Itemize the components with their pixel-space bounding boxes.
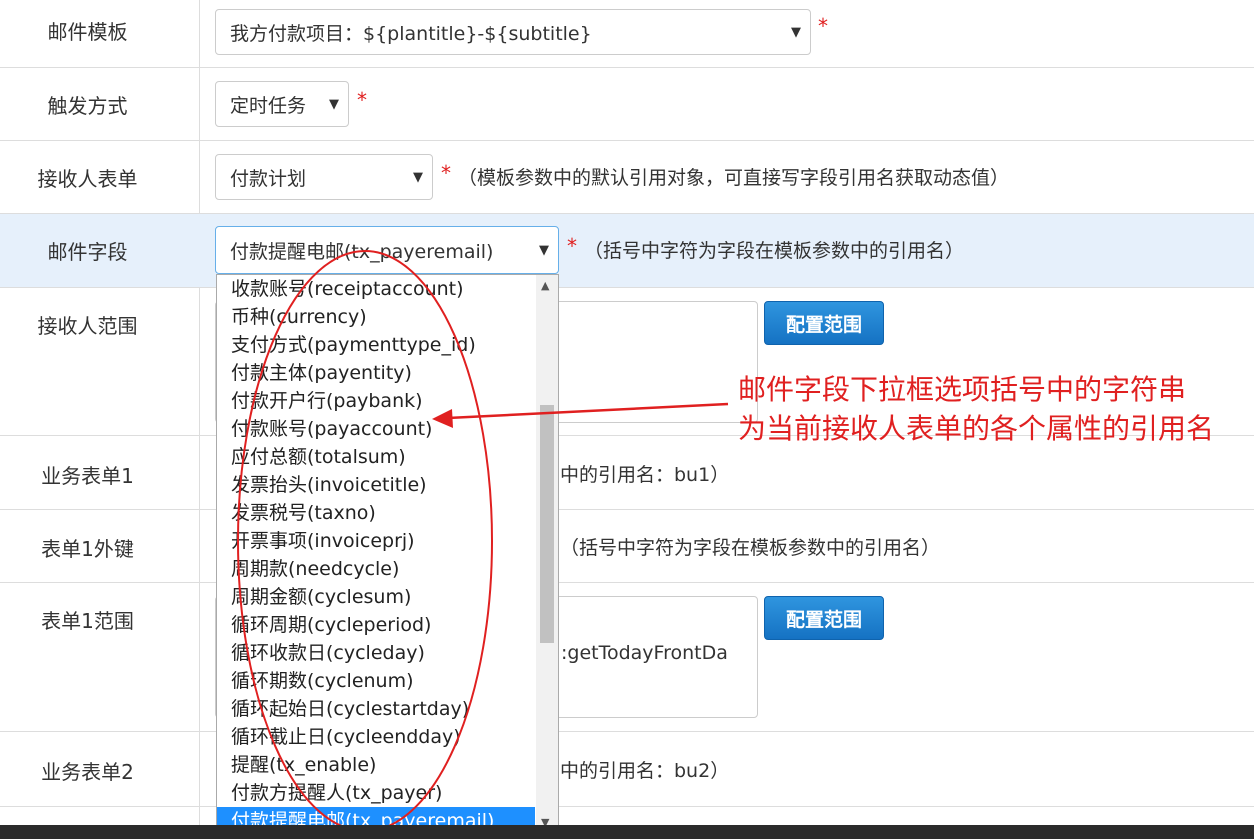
- mail-field-dropdown[interactable]: 收款账号(receiptaccount) 币种(currency) 支付方式(pay…: [216, 274, 559, 834]
- taskbar: [0, 825, 1254, 839]
- dropdown-option[interactable]: 付款开户行(paybank): [217, 387, 535, 415]
- label-mail-template: 邮件模板: [47, 20, 128, 44]
- dropdown-scrollbar[interactable]: ▲ ▼: [536, 275, 558, 833]
- label-form1-range: 表单1范围: [41, 609, 134, 633]
- required-mark: *: [441, 161, 451, 185]
- row-form1-range: 表单1范围 :getTodayFrontDa 配置范围: [0, 583, 1254, 732]
- biz-form1-hint: 中的引用名：bu1）: [560, 464, 730, 486]
- dropdown-option[interactable]: 币种(currency): [217, 303, 535, 331]
- scroll-up-icon[interactable]: ▲: [541, 279, 549, 292]
- chevron-down-icon: ▼: [329, 96, 339, 112]
- dropdown-option[interactable]: 收款账号(receiptaccount): [217, 275, 535, 303]
- dropdown-option[interactable]: 开票事项(invoiceprj): [217, 527, 535, 555]
- label-recipient-form: 接收人表单: [37, 167, 138, 191]
- mail-template-select[interactable]: 我方付款项目：${plantitle}-${subtitle} ▼: [215, 9, 811, 55]
- label-biz-form2: 业务表单2: [41, 760, 134, 784]
- dropdown-option[interactable]: 发票抬头(invoicetitle): [217, 471, 535, 499]
- recipient-form-select[interactable]: 付款计划 ▼: [215, 154, 433, 200]
- dropdown-option[interactable]: 周期金额(cyclesum): [217, 583, 535, 611]
- row-mail-field: 邮件字段 付款提醒电邮(tx_payeremail) ▼ * （括号中字符为字段…: [0, 214, 1254, 288]
- recipient-form-hint: （模板参数中的默认引用对象，可直接写字段引用名获取动态值）: [458, 167, 1010, 189]
- mail-field-select[interactable]: 付款提醒电邮(tx_payeremail) ▼: [215, 226, 559, 274]
- row-mail-template: 邮件模板 我方付款项目：${plantitle}-${subtitle} ▼ *: [0, 0, 1254, 68]
- row-biz-form2: 业务表单2 中的引用名：bu2）: [0, 732, 1254, 807]
- mail-field-hint: （括号中字符为字段在模板参数中的引用名）: [584, 240, 965, 262]
- chevron-down-icon: ▼: [413, 169, 423, 185]
- dropdown-options: 收款账号(receiptaccount) 币种(currency) 支付方式(pay…: [217, 275, 535, 833]
- label-mail-field: 邮件字段: [47, 240, 128, 264]
- dropdown-option[interactable]: 循环收款日(cycleday): [217, 639, 535, 667]
- dropdown-option[interactable]: 付款主体(payentity): [217, 359, 535, 387]
- form1-range-text: :getTodayFrontDa: [561, 642, 728, 664]
- row-biz-form1: 业务表单1 中的引用名：bu1）: [0, 436, 1254, 510]
- dropdown-option[interactable]: 付款账号(payaccount): [217, 415, 535, 443]
- chevron-down-icon: ▼: [791, 24, 801, 40]
- trigger-select[interactable]: 定时任务 ▼: [215, 81, 349, 127]
- required-mark: *: [567, 234, 577, 258]
- annotation-text-line1: 邮件字段下拉框选项括号中的字符串: [738, 373, 1187, 406]
- label-biz-form1: 业务表单1: [41, 464, 134, 488]
- dropdown-option[interactable]: 提醒(tx_enable): [217, 751, 535, 779]
- annotation-text-line2: 为当前接收人表单的各个属性的引用名: [738, 412, 1215, 445]
- dropdown-option[interactable]: 付款方提醒人(tx_payer): [217, 779, 535, 807]
- trigger-select-value: 定时任务: [230, 94, 307, 117]
- recipient-form-select-value: 付款计划: [230, 167, 307, 190]
- label-form1-fk: 表单1外键: [41, 537, 134, 561]
- required-mark: *: [357, 88, 367, 112]
- dropdown-option[interactable]: 循环期数(cyclenum): [217, 667, 535, 695]
- mail-field-select-value: 付款提醒电邮(tx_payeremail): [230, 240, 494, 263]
- row-recipient-form: 接收人表单 付款计划 ▼ * （模板参数中的默认引用对象，可直接写字段引用名获取…: [0, 141, 1254, 214]
- dropdown-option[interactable]: 循环起始日(cyclestartday): [217, 695, 535, 723]
- scrollbar-thumb[interactable]: [540, 405, 554, 643]
- label-recipient-range: 接收人范围: [37, 314, 138, 338]
- dropdown-option[interactable]: 支付方式(paymenttype_id): [217, 331, 535, 359]
- dropdown-option[interactable]: 发票税号(taxno): [217, 499, 535, 527]
- dropdown-option[interactable]: 循环周期(cycleperiod): [217, 611, 535, 639]
- row-form1-fk: 表单1外键 （括号中字符为字段在模板参数中的引用名）: [0, 510, 1254, 583]
- config-range-button[interactable]: 配置范围: [764, 301, 884, 345]
- config-range-button[interactable]: 配置范围: [764, 596, 884, 640]
- dropdown-option[interactable]: 周期款(needcycle): [217, 555, 535, 583]
- required-mark: *: [818, 14, 828, 38]
- dropdown-option[interactable]: 应付总额(totalsum): [217, 443, 535, 471]
- chevron-down-icon: ▼: [539, 242, 549, 258]
- form1-fk-hint: （括号中字符为字段在模板参数中的引用名）: [560, 537, 941, 559]
- biz-form2-hint: 中的引用名：bu2）: [560, 760, 730, 782]
- mail-template-select-value: 我方付款项目：${plantitle}-${subtitle}: [230, 22, 592, 45]
- dropdown-option[interactable]: 循环截止日(cycleendday): [217, 723, 535, 751]
- row-trigger: 触发方式 定时任务 ▼ *: [0, 68, 1254, 141]
- label-trigger: 触发方式: [47, 94, 128, 118]
